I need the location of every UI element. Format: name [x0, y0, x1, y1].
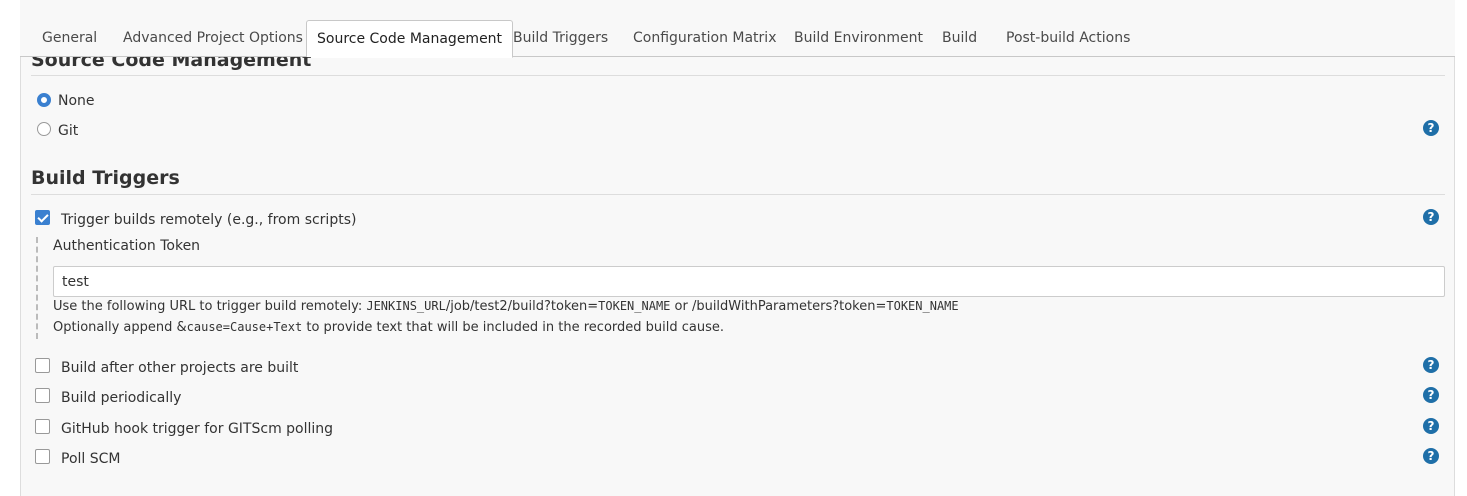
help-line-2-amp: &: [176, 320, 187, 335]
help-line-2-suffix: to provide text that will be included in…: [302, 320, 725, 335]
scm-git-radio[interactable]: [37, 122, 51, 136]
poll-scm-label[interactable]: Poll SCM: [61, 451, 120, 467]
tab-source-code-management[interactable]: Source Code Management: [306, 20, 514, 58]
tab-build-environment[interactable]: Build Environment: [784, 20, 933, 57]
help-line-1-alt: or /buildWithParameters?token=: [670, 299, 887, 314]
build-after-other-projects-help-icon[interactable]: ?: [1423, 357, 1439, 373]
tab-configuration-matrix[interactable]: Configuration Matrix: [623, 20, 786, 57]
github-hook-trigger-help-icon[interactable]: ?: [1423, 418, 1439, 434]
scm-title-clip: Source Code Management: [20, 57, 1455, 77]
token-name-code-1: TOKEN_NAME: [598, 299, 671, 313]
help-line-2-prefix: Optionally append: [53, 320, 177, 335]
remote-trigger-help-line-1: Use the following URL to trigger build r…: [53, 299, 959, 314]
cause-param-code: cause=Cause+Text: [186, 320, 303, 334]
scm-section-title: Source Code Management: [31, 57, 312, 71]
build-periodically-help-icon[interactable]: ?: [1423, 387, 1439, 403]
build-triggers-section-rule: [31, 194, 1445, 195]
remote-trigger-help-line-2: Optionally append &cause=Cause+Text to p…: [53, 320, 724, 335]
token-name-code-2: TOKEN_NAME: [886, 299, 959, 313]
scm-help-icon[interactable]: ?: [1423, 120, 1439, 136]
poll-scm-help-icon[interactable]: ?: [1423, 448, 1439, 464]
tab-post-build-actions[interactable]: Post-build Actions: [996, 20, 1140, 57]
github-hook-trigger-label[interactable]: GitHub hook trigger for GITScm polling: [61, 421, 333, 437]
scm-none-radio[interactable]: [37, 93, 51, 107]
build-periodically-checkbox[interactable]: [35, 388, 50, 403]
scm-none-label[interactable]: None: [58, 93, 95, 109]
trigger-remote-checkbox[interactable]: [35, 210, 50, 225]
build-after-other-projects-label[interactable]: Build after other projects are built: [61, 360, 298, 376]
tab-advanced-project-options[interactable]: Advanced Project Options: [113, 20, 313, 57]
build-periodically-label[interactable]: Build periodically: [61, 390, 181, 406]
tab-general[interactable]: General: [32, 20, 107, 57]
jenkins-url-code: JENKINS_URL: [366, 299, 446, 313]
build-triggers-section-title: Build Triggers: [31, 167, 180, 189]
poll-scm-checkbox[interactable]: [35, 449, 50, 464]
auth-token-input[interactable]: [53, 266, 1445, 297]
tab-build[interactable]: Build: [932, 20, 987, 57]
trigger-remote-help-icon[interactable]: ?: [1423, 209, 1439, 225]
help-line-1-path: /job/test2/build?token=: [445, 299, 599, 314]
build-after-other-projects-checkbox[interactable]: [35, 358, 50, 373]
scm-git-label[interactable]: Git: [58, 123, 78, 139]
nested-options-guide: [36, 237, 38, 339]
tab-build-triggers[interactable]: Build Triggers: [503, 20, 618, 57]
scm-section-rule: [31, 75, 1445, 76]
help-line-1-prefix: Use the following URL to trigger build r…: [53, 299, 367, 314]
trigger-remote-label[interactable]: Trigger builds remotely (e.g., from scri…: [61, 212, 356, 228]
github-hook-trigger-checkbox[interactable]: [35, 419, 50, 434]
auth-token-label: Authentication Token: [53, 238, 201, 254]
